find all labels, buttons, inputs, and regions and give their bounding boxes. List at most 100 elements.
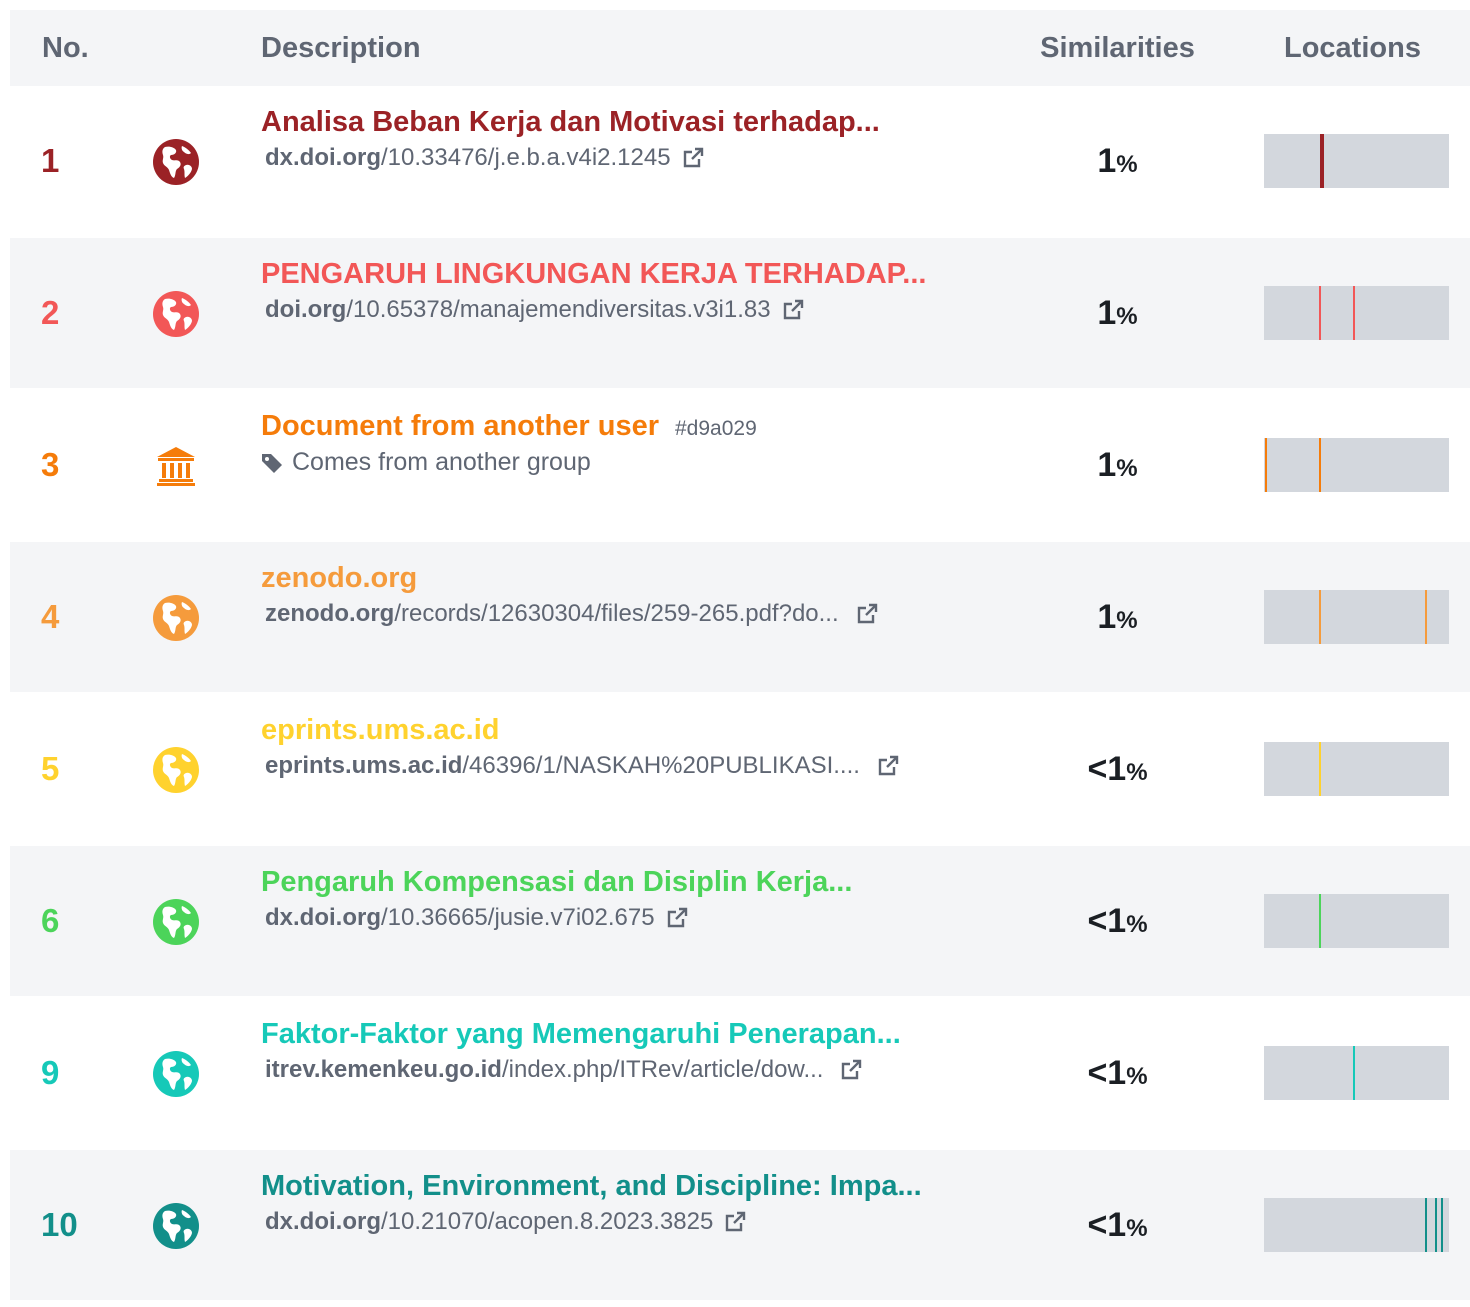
similarity-unit: % bbox=[1126, 759, 1148, 786]
similarity-prefix: < bbox=[1087, 1206, 1108, 1244]
similarity-percent: <1% bbox=[950, 694, 1285, 851]
group-text: Comes from another group bbox=[292, 448, 591, 476]
source-title-text[interactable]: Faktor-Faktor yang Memengaruhi Penerapan… bbox=[261, 1018, 901, 1050]
source-row[interactable]: 4 zenodo.org zenodo.org/records/12630304/f… bbox=[10, 542, 1470, 692]
row-number: 3 bbox=[41, 446, 60, 483]
location-bar[interactable] bbox=[1264, 134, 1449, 188]
header-similarities[interactable]: Similarities bbox=[950, 10, 1285, 86]
source-row[interactable]: 3 Document from another user #d9a029 Comes … bbox=[10, 390, 1470, 540]
location-bar[interactable] bbox=[1264, 742, 1449, 796]
similarity-prefix: < bbox=[1087, 902, 1108, 940]
source-row[interactable]: 9 Faktor-Faktor yang Memengaruhi Penerapa… bbox=[10, 998, 1470, 1148]
location-bar[interactable] bbox=[1264, 1198, 1449, 1252]
source-title-text[interactable]: PENGARUH LINGKUNGAN KERJA TERHADAP... bbox=[261, 258, 926, 290]
location-bar[interactable] bbox=[1264, 894, 1449, 948]
source-title[interactable]: Faktor-Faktor yang Memengaruhi Penerapan… bbox=[261, 1018, 901, 1051]
external-link-icon[interactable] bbox=[855, 602, 879, 626]
header-description: Description bbox=[261, 32, 421, 64]
source-title[interactable]: Analisa Beban Kerja dan Motivasi terhada… bbox=[261, 106, 880, 139]
url-domain: eprints.ums.ac.id bbox=[265, 752, 463, 779]
source-title-text[interactable]: Pengaruh Kompensasi dan Disiplin Kerja..… bbox=[261, 866, 852, 898]
external-link-icon[interactable] bbox=[723, 1210, 747, 1234]
source-url[interactable]: zenodo.org/records/12630304/files/259-26… bbox=[265, 600, 879, 628]
row-number: 2 bbox=[41, 294, 60, 331]
source-title[interactable]: eprints.ums.ac.id bbox=[261, 714, 500, 747]
external-link-icon[interactable] bbox=[781, 298, 805, 322]
similarity-value: 1 bbox=[1097, 598, 1117, 636]
row-number: 10 bbox=[41, 1206, 78, 1243]
location-bar[interactable] bbox=[1264, 438, 1449, 492]
location-marker[interactable] bbox=[1353, 1046, 1355, 1100]
similarity-percent: <1% bbox=[950, 998, 1285, 1155]
similarity-prefix: < bbox=[1087, 1054, 1108, 1092]
similarity-unit: % bbox=[1116, 455, 1138, 482]
source-title[interactable]: Pengaruh Kompensasi dan Disiplin Kerja..… bbox=[261, 866, 852, 899]
globe-icon bbox=[152, 594, 200, 642]
source-row[interactable]: 1 Analisa Beban Kerja dan Motivasi terhad… bbox=[10, 86, 1470, 236]
source-url[interactable]: dx.doi.org/10.21070/acopen.8.2023.3825 bbox=[265, 1208, 747, 1236]
header-locations: Locations bbox=[1284, 32, 1421, 64]
source-title-text[interactable]: Analisa Beban Kerja dan Motivasi terhada… bbox=[261, 106, 880, 138]
similarity-unit: % bbox=[1116, 607, 1138, 634]
location-marker[interactable] bbox=[1319, 742, 1321, 796]
source-title-text[interactable]: zenodo.org bbox=[261, 562, 417, 594]
source-url[interactable]: itrev.kemenkeu.go.id/index.php/ITRev/art… bbox=[265, 1056, 863, 1084]
external-link-icon[interactable] bbox=[876, 754, 900, 778]
location-bar[interactable] bbox=[1264, 590, 1449, 644]
source-title[interactable]: Document from another user #d9a029 bbox=[261, 410, 757, 443]
row-number: 4 bbox=[41, 598, 60, 635]
location-bar[interactable] bbox=[1264, 1046, 1449, 1100]
url-path: /46396/1/NASKAH%20PUBLIKASI.... bbox=[462, 752, 860, 779]
location-marker[interactable] bbox=[1319, 894, 1321, 948]
url-domain: zenodo.org bbox=[265, 600, 395, 627]
source-title[interactable]: PENGARUH LINGKUNGAN KERJA TERHADAP... bbox=[261, 258, 926, 291]
source-row[interactable]: 6 Pengaruh Kompensasi dan Disiplin Kerja.… bbox=[10, 846, 1470, 996]
globe-icon bbox=[152, 290, 200, 338]
similarity-value: 1 bbox=[1097, 142, 1117, 180]
source-url[interactable]: doi.org/10.65378/manajemendiversitas.v3i… bbox=[265, 296, 805, 324]
similarity-value: 1 bbox=[1107, 1054, 1127, 1092]
location-marker[interactable] bbox=[1353, 286, 1355, 340]
source-title-text[interactable]: Document from another user bbox=[261, 410, 659, 442]
url-domain: dx.doi.org bbox=[265, 1208, 381, 1235]
location-bar[interactable] bbox=[1264, 286, 1449, 340]
header-no: No. bbox=[42, 32, 89, 64]
location-marker[interactable] bbox=[1319, 438, 1321, 492]
url-path: /10.33476/j.e.b.a.v4i2.1245 bbox=[381, 144, 671, 171]
location-marker[interactable] bbox=[1441, 1198, 1443, 1252]
external-link-icon[interactable] bbox=[681, 146, 705, 170]
source-title[interactable]: Motivation, Environment, and Discipline:… bbox=[261, 1170, 922, 1203]
location-marker[interactable] bbox=[1425, 1198, 1427, 1252]
source-url[interactable]: dx.doi.org/10.33476/j.e.b.a.v4i2.1245 bbox=[265, 144, 705, 172]
location-marker[interactable] bbox=[1319, 286, 1321, 340]
similarity-value: 1 bbox=[1107, 750, 1127, 788]
globe-icon bbox=[152, 746, 200, 794]
similarity-unit: % bbox=[1116, 151, 1138, 178]
external-link-icon[interactable] bbox=[665, 906, 689, 930]
tag-icon bbox=[260, 451, 292, 475]
location-marker[interactable] bbox=[1435, 1198, 1437, 1252]
similarity-unit: % bbox=[1126, 1063, 1148, 1090]
source-title-text[interactable]: eprints.ums.ac.id bbox=[261, 714, 500, 746]
similarity-percent: <1% bbox=[950, 846, 1285, 1003]
source-url[interactable]: eprints.ums.ac.id/46396/1/NASKAH%20PUBLI… bbox=[265, 752, 900, 780]
similarity-percent: 1% bbox=[950, 542, 1285, 699]
row-number: 1 bbox=[41, 142, 60, 179]
location-marker[interactable] bbox=[1425, 590, 1427, 644]
similarity-value: 1 bbox=[1097, 294, 1117, 332]
location-marker[interactable] bbox=[1321, 134, 1324, 188]
url-path: /10.36665/jusie.v7i02.675 bbox=[381, 904, 655, 931]
external-link-icon[interactable] bbox=[839, 1058, 863, 1082]
similarity-percent: 1% bbox=[950, 238, 1285, 395]
row-number: 9 bbox=[41, 1054, 60, 1091]
source-row[interactable]: 2 PENGARUH LINGKUNGAN KERJA TERHADAP... do… bbox=[10, 238, 1470, 388]
source-url[interactable]: dx.doi.org/10.36665/jusie.v7i02.675 bbox=[265, 904, 689, 932]
location-marker[interactable] bbox=[1319, 590, 1321, 644]
url-domain: dx.doi.org bbox=[265, 904, 381, 931]
source-title-text[interactable]: Motivation, Environment, and Discipline:… bbox=[261, 1170, 922, 1202]
source-title[interactable]: zenodo.org bbox=[261, 562, 417, 595]
source-row[interactable]: 5 eprints.ums.ac.id eprints.ums.ac.id/4639… bbox=[10, 694, 1470, 844]
location-marker[interactable] bbox=[1265, 438, 1267, 492]
source-row[interactable]: 10 Motivation, Environment, and Disciplin… bbox=[10, 1150, 1470, 1300]
similarity-percent: 1% bbox=[950, 86, 1285, 243]
